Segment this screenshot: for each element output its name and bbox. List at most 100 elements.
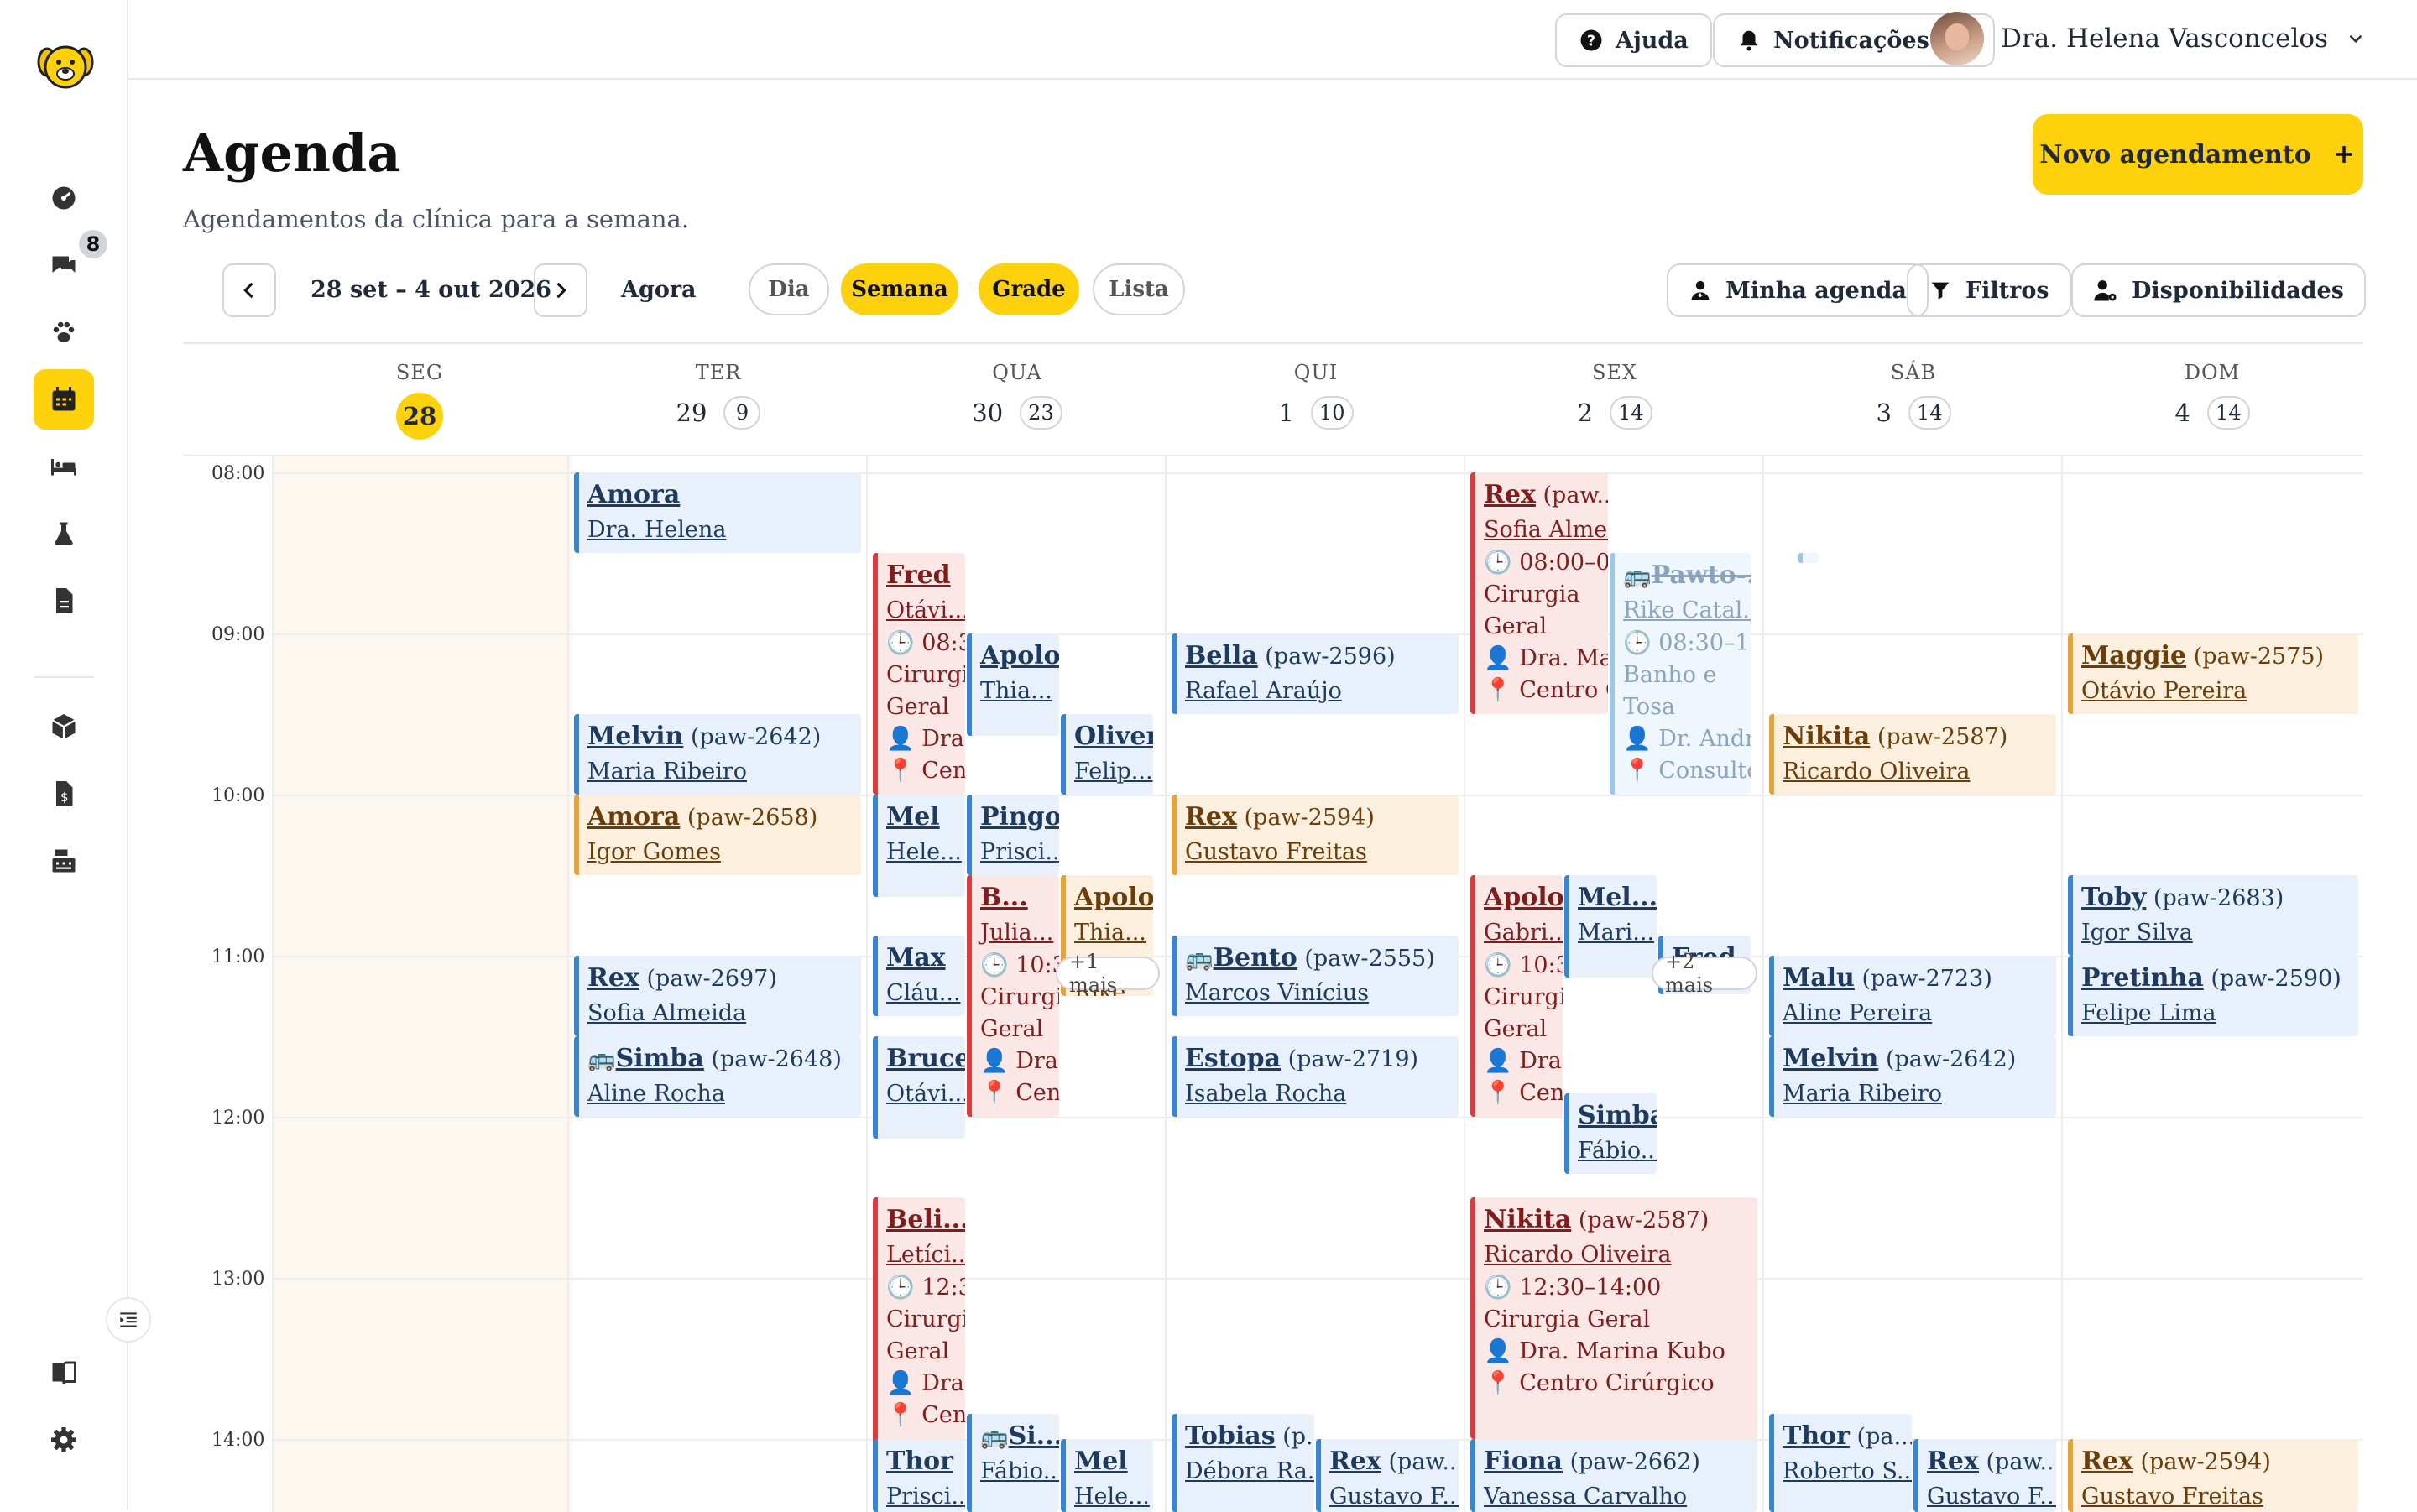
appointment-card[interactable]: Amora Dra. Helena: [574, 472, 861, 553]
owner-name: Ricardo Oliveira: [1783, 759, 1971, 785]
appointment-card[interactable]: Maggie (paw-2575) Otávio Pereira: [2068, 633, 2358, 714]
day-header-fri[interactable]: SEX 2 14: [1465, 361, 1764, 430]
appointment-card[interactable]: Bruce Otávi...: [873, 1036, 965, 1139]
help-button[interactable]: ? Ajuda: [1555, 13, 1712, 67]
hour-label: 08:00: [211, 463, 265, 484]
appointment-card[interactable]: Apolo Gabri... 🕒 10:3 Cirurgia Geral 👤 Dra. 📍 …: [1470, 875, 1563, 1117]
appointment-card[interactable]: 🚌Simba (paw-2648) Aline Rocha: [574, 1036, 861, 1117]
appointment-card[interactable]: Rex (paw... Gustavo F...: [1913, 1439, 2056, 1512]
owner-name: Isabela Rocha: [1185, 1081, 1347, 1107]
flask-icon[interactable]: [34, 503, 94, 564]
day-number-today: 28: [396, 393, 443, 440]
now-button[interactable]: Agora: [621, 277, 697, 303]
cash-register-icon[interactable]: [34, 831, 94, 891]
appointment-card[interactable]: Rex (paw-2594) Gustavo Freitas: [1172, 795, 1459, 875]
day-header-wed[interactable]: QUA 30 23: [868, 361, 1167, 430]
appointment-card[interactable]: Fiona (paw-2662) Vanessa Carvalho: [1470, 1439, 1757, 1512]
dashboard-icon[interactable]: [34, 168, 94, 228]
appointment-card[interactable]: Apolo Thia...: [967, 633, 1059, 736]
collapse-sidebar-button[interactable]: [106, 1297, 151, 1343]
view-day-button[interactable]: Dia: [749, 263, 829, 315]
appointment-card[interactable]: Rex (paw-2697) Sofia Almeida: [574, 956, 861, 1036]
appointment-card[interactable]: Oliver Felip...: [1061, 714, 1153, 795]
appointment-card[interactable]: Mel... Mari...: [1564, 875, 1657, 978]
new-appointment-button[interactable]: Novo agendamento: [2033, 114, 2363, 195]
gear-icon[interactable]: [34, 1410, 94, 1470]
prev-week-button[interactable]: [222, 263, 276, 317]
book-icon[interactable]: [34, 1343, 94, 1403]
day-header-sat[interactable]: SÁB 3 14: [1764, 361, 2063, 430]
sidebar: 8 $: [0, 0, 128, 1510]
paw-icon[interactable]: [34, 302, 94, 362]
appointment-card[interactable]: Rex (paw... Gustavo F...: [1316, 1439, 1459, 1512]
appointment-card[interactable]: Toby (paw-2683) Igor Silva: [2068, 875, 2358, 956]
day-header-sun[interactable]: DOM 4 14: [2063, 361, 2362, 430]
appointment-card[interactable]: Melvin (paw-2642) Maria Ribeiro: [574, 714, 861, 795]
owner-name: Marcos Vinícius: [1185, 980, 1370, 1006]
chat-icon[interactable]: 8: [34, 230, 107, 295]
my-agenda-button[interactable]: Minha agenda: [1667, 263, 1929, 317]
owner-name: Débora Ra...: [1185, 1458, 1314, 1484]
day-header-mon[interactable]: SEG 28: [270, 361, 569, 440]
appointment-card-cancelled[interactable]: 🚌Pawto-... Rike Catal... 🕒 08:30–10 Banho e…: [1610, 553, 1751, 795]
appointment-card[interactable]: Tobias (p... Débora Ra...: [1172, 1414, 1314, 1512]
more-events-button[interactable]: +2 mais: [1652, 950, 1757, 997]
appointment-card[interactable]: Malu (paw-2723) Aline Pereira: [1769, 956, 2056, 1036]
appointment-card[interactable]: Beli... Letíci... 🕒 12:3 Cirurgia Geral 👤 Dra…: [873, 1197, 965, 1459]
appointment-card[interactable]: Pretinha (paw-2590) Felipe Lima: [2068, 956, 2358, 1036]
day-header-thu[interactable]: QUI 1 10: [1167, 361, 1465, 430]
owner-name: Ricardo Oliveira: [1484, 1242, 1672, 1268]
day-separator: [2061, 456, 2063, 1512]
invoice-icon[interactable]: $: [34, 764, 94, 824]
day-name: SEX: [1591, 361, 1638, 384]
owner-name: Rafael Araújo: [1185, 678, 1342, 704]
appointment-card[interactable]: Rex (paw-2594) Gustavo Freitas: [2068, 1439, 2358, 1512]
appointment-card[interactable]: Thor (pa... Roberto S...: [1769, 1414, 1912, 1512]
pet-id: (paw-2594): [1244, 805, 1375, 831]
calendar-icon[interactable]: [34, 369, 94, 430]
appointment-card[interactable]: Pingo Prisci...: [967, 795, 1059, 875]
appointment-card[interactable]: Fred Otávi... 🕒 08:3 Cirurgia Geral 👤 Dra 📍 Ce…: [873, 553, 965, 795]
list-mode-button[interactable]: Lista: [1093, 263, 1185, 315]
appointment-card[interactable]: Mel Hele...: [873, 795, 965, 897]
user-gear-icon: [2094, 280, 2117, 301]
filters-button[interactable]: Filtros: [1907, 263, 2071, 317]
appointment-card[interactable]: Bella (paw-2596) Rafael Araújo: [1172, 633, 1459, 714]
document-icon[interactable]: [34, 571, 94, 631]
more-events-button[interactable]: +1 mais: [1056, 950, 1160, 997]
view-week-button[interactable]: Semana: [841, 263, 958, 315]
calendar-grid[interactable]: 08:00 09:00 10:00 11:00 12:00 13:00 14:0…: [183, 455, 2363, 1512]
page-subtitle: Agendamentos da clínica para a semana.: [183, 205, 690, 233]
room: 📍 Centro Cirúrgico: [1484, 1370, 1715, 1396]
appointment-card[interactable]: Estopa (paw-2719) Isabela Rocha: [1172, 1036, 1459, 1117]
pet-name: Maggie: [2081, 641, 2187, 670]
appointment-card[interactable]: Simba Fábio...: [1564, 1093, 1657, 1174]
sidebar-divider: [34, 676, 94, 678]
day-separator: [567, 456, 569, 1512]
bed-icon[interactable]: [34, 436, 94, 497]
appointment-card[interactable]: Nikita (paw-2587) Ricardo Oliveira 🕒 12:30…: [1470, 1197, 1757, 1439]
appointment-card[interactable]: Nikita (paw-2587) Ricardo Oliveira: [1769, 714, 2056, 795]
next-week-button[interactable]: [534, 263, 587, 317]
appointment-card[interactable]: 🚌Si... Fábio...: [967, 1414, 1059, 1512]
pet-name: Max: [886, 943, 946, 972]
owner-name: Dra. Helena: [587, 517, 727, 543]
day-header-tue[interactable]: TER 29 9: [569, 361, 868, 430]
appointment-card[interactable]: Mel Hele...: [1061, 1439, 1153, 1512]
box-icon[interactable]: [34, 696, 94, 757]
appointment-card[interactable]: B... Julia... 🕒 10:3 Cirurgia Geral 👤 Dra 📍 Ce…: [967, 875, 1059, 1117]
appointment-card[interactable]: Thor Prisci...: [873, 1439, 965, 1512]
owner-name: Thia...: [980, 678, 1052, 704]
hour-label: 13:00: [211, 1269, 265, 1290]
appointment-card[interactable]: Rex (paw... Sofia Alme... 🕒 08:00–09 Cirurg…: [1470, 472, 1608, 714]
appointment-card[interactable]: Melvin (paw-2642) Maria Ribeiro: [1769, 1036, 2056, 1117]
owner-name: Hele...: [1074, 1483, 1150, 1509]
grid-mode-button[interactable]: Grade: [979, 263, 1079, 315]
dog-face-logo[interactable]: [35, 37, 96, 97]
day-number: 30: [972, 399, 1004, 427]
appointment-card[interactable]: 🚌Bento (paw-2555) Marcos Vinícius: [1172, 936, 1459, 1016]
availability-button[interactable]: Disponibilidades: [2071, 263, 2366, 317]
appointment-card[interactable]: Amora (paw-2658) Igor Gomes: [574, 795, 861, 875]
appointment-card[interactable]: Max Cláu...: [873, 936, 965, 1016]
user-menu[interactable]: Dra. Helena Vasconcelos: [1930, 12, 2367, 65]
